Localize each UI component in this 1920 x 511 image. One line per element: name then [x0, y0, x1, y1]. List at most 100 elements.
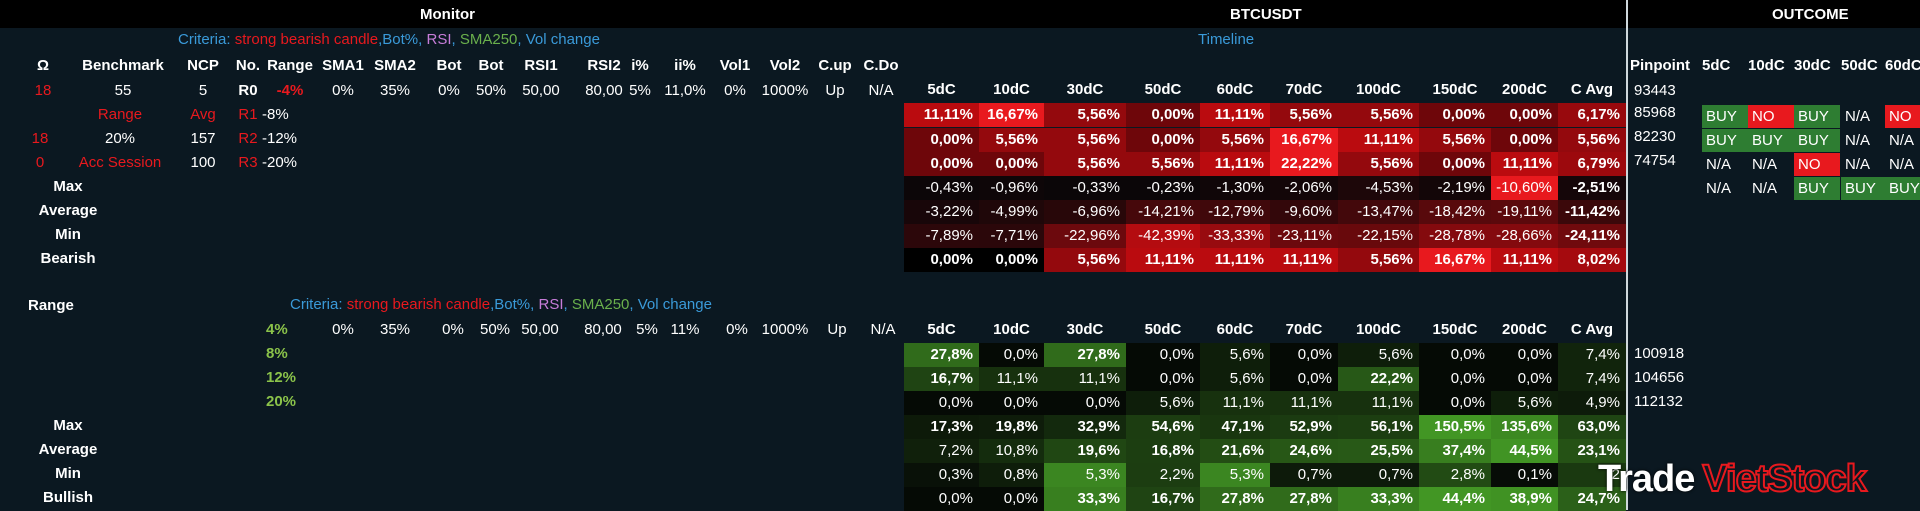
bull-header-5: 70dC [1285, 321, 1323, 338]
left-c-2: 100 [190, 154, 216, 171]
bear-header-5: 70dC [1285, 81, 1323, 98]
criteria-part: strong bearish candle [234, 31, 379, 48]
header-16: C.Do [863, 57, 899, 74]
bull-cell: 33,3% [1044, 487, 1126, 511]
bull-header-2: 30dC [1066, 321, 1104, 338]
value-omega: 18 [34, 82, 52, 99]
bull-cell: 0,3% [904, 463, 979, 487]
bull-cell: 0,0% [979, 487, 1044, 511]
outcome-tag: N/A [1706, 156, 1732, 173]
criteria-part: ,Bot%, [378, 31, 427, 48]
bear-cell: 0,00% [904, 248, 979, 272]
bear-cell: 11,11% [1491, 152, 1558, 176]
bull-cell: 0,0% [979, 343, 1044, 367]
bull-cell: 0,0% [1419, 391, 1491, 415]
bottom-range-1: 8% [266, 345, 288, 362]
bull-cell: 38,9% [1491, 487, 1558, 511]
bear-cell: -6,96% [1044, 200, 1126, 224]
bull-cell: 0,8% [979, 463, 1044, 487]
bear-cell: -13,47% [1338, 200, 1419, 224]
bear-cell: 0,00% [1126, 103, 1200, 127]
range-label: Range [28, 297, 74, 314]
bull-cell: 54,6% [1126, 415, 1200, 439]
bull-cell: 27,8% [904, 343, 979, 367]
bottom-stat-2: Min [55, 465, 81, 482]
value-sma2: 35% [379, 82, 411, 99]
bull-cell: 4,9% [1558, 391, 1626, 415]
header-8: Bot [478, 57, 504, 74]
bear-cell: -0,96% [979, 176, 1044, 200]
bull-cell: 11,1% [1200, 391, 1270, 415]
bottom-value-vol1: 0% [726, 321, 748, 338]
bull-cell: 0,0% [904, 487, 979, 511]
header-band [0, 0, 1920, 28]
bull-cell: 2,2% [1126, 463, 1200, 487]
bull-cell: 44,5% [1491, 439, 1558, 463]
bear-cell: 0,00% [1419, 152, 1491, 176]
bull-cell: 63,0% [1558, 415, 1626, 439]
left-no-2: R3 [238, 154, 258, 171]
bear-cell: 11,11% [1126, 248, 1200, 272]
outcome-tag: NO [1794, 153, 1840, 176]
bear-cell: -14,21% [1126, 200, 1200, 224]
bull-cell: 0,7% [1338, 463, 1419, 487]
bear-cell: 6,79% [1558, 152, 1626, 176]
bull-cell: 0,0% [1126, 367, 1200, 391]
bear-cell: -7,89% [904, 224, 979, 248]
bear-cell: 0,00% [979, 248, 1044, 272]
bull-cell: 5,6% [1491, 391, 1558, 415]
bull-cell: 16,7% [1126, 487, 1200, 511]
left-a-1: 18 [31, 130, 49, 147]
value-range: -4% [276, 82, 304, 99]
header-5: SMA1 [322, 57, 364, 74]
bull-cell: 150,5% [1419, 415, 1491, 439]
bear-cell: -0,23% [1126, 176, 1200, 200]
bear-cell: -0,33% [1044, 176, 1126, 200]
outcome-tag: N/A [1706, 180, 1732, 197]
bull-cell: 2,8% [1419, 463, 1491, 487]
bear-cell: 11,11% [1270, 248, 1338, 272]
bottom-range-3: 20% [266, 393, 297, 410]
bull-cell: 25,5% [1338, 439, 1419, 463]
value-cup: Up [825, 82, 845, 99]
bear-cell: 0,00% [1491, 128, 1558, 152]
bottom-value-sma1: 0% [332, 321, 354, 338]
bull-cell: 0,0% [1491, 367, 1558, 391]
pinpoint-3: 74754 [1634, 152, 1676, 169]
outcome-header-1: 5dC [1702, 57, 1731, 74]
value-bot1: 0% [438, 82, 460, 99]
bull-cell: 0,0% [904, 391, 979, 415]
outcome-header-5: 60dC [1885, 57, 1920, 74]
bull-cell: 17,3% [904, 415, 979, 439]
bottom-value-sma2: 35% [379, 321, 411, 338]
pinpoint-2: 82230 [1634, 128, 1676, 145]
header-11: i% [631, 57, 649, 74]
bear-cell: -4,99% [979, 200, 1044, 224]
outcome-header-2: 10dC [1748, 57, 1785, 74]
bear-cell: -24,11% [1558, 224, 1626, 248]
bear-cell: 0,00% [1419, 103, 1491, 127]
bottom-pinpoint-0: 100918 [1634, 345, 1685, 362]
bear-cell: -12,79% [1200, 200, 1270, 224]
bear-cell: 0,00% [904, 152, 979, 176]
bull-cell: 16,8% [1126, 439, 1200, 463]
bear-header-0: 5dC [927, 81, 956, 98]
header-14: Vol2 [769, 57, 801, 74]
outcome-header-3: 30dC [1794, 57, 1831, 74]
bear-cell: -3,22% [904, 200, 979, 224]
outcome-tag: N/A [1845, 132, 1871, 149]
criteria-part: Criteria: [290, 296, 347, 313]
bottom-pinpoint-2: 112132 [1634, 393, 1683, 410]
bull-cell: 11,1% [1044, 367, 1126, 391]
monitor-title: Monitor [420, 6, 475, 23]
bear-cell: 5,56% [979, 128, 1044, 152]
header-3: No. [235, 57, 261, 74]
criteria-part: , [563, 296, 572, 313]
outcome-header-4: 50dC [1841, 57, 1878, 74]
bear-cell: -0,43% [904, 176, 979, 200]
left-no-1: R2 [238, 130, 258, 147]
bull-cell: 32,9% [1044, 415, 1126, 439]
bull-cell: 7,4% [1558, 343, 1626, 367]
bull-cell: 5,3% [1200, 463, 1270, 487]
outcome-tag: BUY [1885, 177, 1920, 200]
